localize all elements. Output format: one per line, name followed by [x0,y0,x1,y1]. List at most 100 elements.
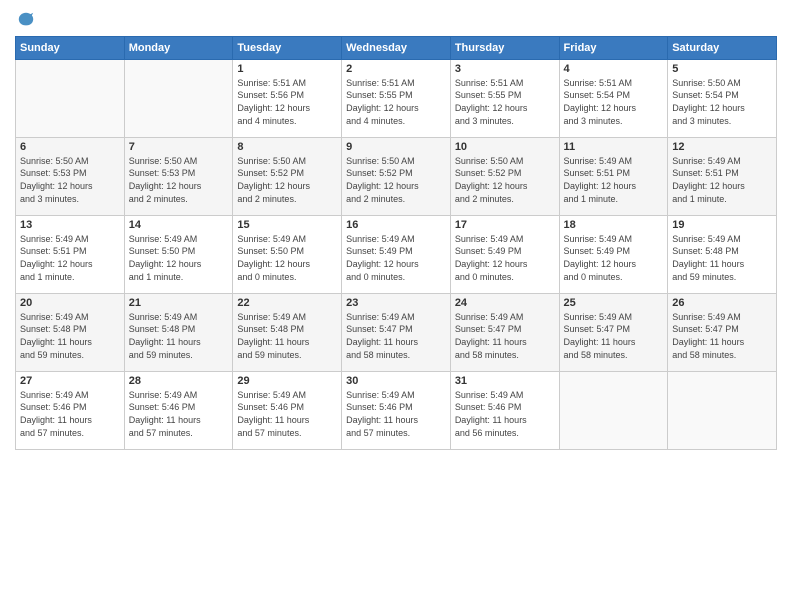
calendar-cell [668,371,777,449]
day-info: Sunrise: 5:49 AM Sunset: 5:50 PM Dayligh… [237,233,337,283]
day-info: Sunrise: 5:50 AM Sunset: 5:53 PM Dayligh… [129,155,229,205]
day-info: Sunrise: 5:49 AM Sunset: 5:51 PM Dayligh… [672,155,772,205]
calendar-cell [559,371,668,449]
calendar-cell: 8Sunrise: 5:50 AM Sunset: 5:52 PM Daylig… [233,137,342,215]
logo [15,14,35,30]
calendar-cell: 11 Sunrise: 5:49 AM Sunset: 5:51 PM Dayli… [559,137,668,215]
weekday-header: Tuesday [233,36,342,59]
calendar-cell: 24 Sunrise: 5:49 AM Sunset: 5:47 PM Dayli… [450,293,559,371]
day-info: Sunrise: 5:51 AM Sunset: 5:55 PM Dayligh… [346,77,446,127]
day-number: 10 [455,141,555,153]
day-number: 11 [564,141,664,153]
calendar-cell: 15 Sunrise: 5:49 AM Sunset: 5:50 PM Dayli… [233,215,342,293]
weekday-header: Monday [124,36,233,59]
calendar-cell: 3Sunrise: 5:51 AM Sunset: 5:55 PM Daylig… [450,59,559,137]
calendar-cell: 25 Sunrise: 5:49 AM Sunset: 5:47 PM Dayli… [559,293,668,371]
day-number: 18 [564,219,664,231]
calendar-cell: 10 Sunrise: 5:50 AM Sunset: 5:52 PM Dayli… [450,137,559,215]
calendar-cell: 6 Sunrise: 5:50 AM Sunset: 5:53 PM Daylig… [16,137,125,215]
day-info: Sunrise: 5:49 AM Sunset: 5:46 PM Dayligh… [20,389,120,439]
day-number: 22 [237,297,337,309]
day-number: 23 [346,297,446,309]
day-number: 4 [564,63,664,75]
day-info: Sunrise: 5:51 AM Sunset: 5:54 PM Dayligh… [564,77,664,127]
day-info: Sunrise: 5:49 AM Sunset: 5:51 PM Dayligh… [20,233,120,283]
weekday-header: Sunday [16,36,125,59]
day-info: Sunrise: 5:49 AM Sunset: 5:48 PM Dayligh… [237,311,337,361]
page-container: SundayMondayTuesdayWednesdayThursdayFrid… [0,0,792,460]
calendar-week-row: 27Sunrise: 5:49 AM Sunset: 5:46 PM Dayli… [16,371,777,449]
calendar-cell: 13 Sunrise: 5:49 AM Sunset: 5:51 PM Dayli… [16,215,125,293]
day-number: 30 [346,375,446,387]
day-number: 12 [672,141,772,153]
day-number: 13 [20,219,120,231]
day-info: Sunrise: 5:49 AM Sunset: 5:46 PM Dayligh… [346,389,446,439]
day-number: 8 [237,141,337,153]
weekday-header: Friday [559,36,668,59]
day-number: 28 [129,375,229,387]
calendar-cell: 5 Sunrise: 5:50 AM Sunset: 5:54 PM Daylig… [668,59,777,137]
header-row: SundayMondayTuesdayWednesdayThursdayFrid… [16,36,777,59]
day-info: Sunrise: 5:51 AM Sunset: 5:56 PM Dayligh… [237,77,337,127]
calendar-cell: 14 Sunrise: 5:49 AM Sunset: 5:50 PM Dayli… [124,215,233,293]
day-number: 3 [455,63,555,75]
day-number: 24 [455,297,555,309]
calendar-cell: 31 Sunrise: 5:49 AM Sunset: 5:46 PM Dayli… [450,371,559,449]
day-info: Sunrise: 5:49 AM Sunset: 5:46 PM Dayligh… [455,389,555,439]
day-number: 26 [672,297,772,309]
day-info: Sunrise: 5:49 AM Sunset: 5:46 PM Dayligh… [129,389,229,439]
calendar-cell: 19Sunrise: 5:49 AM Sunset: 5:48 PM Dayli… [668,215,777,293]
day-info: Sunrise: 5:49 AM Sunset: 5:50 PM Dayligh… [129,233,229,283]
calendar-cell: 30 Sunrise: 5:49 AM Sunset: 5:46 PM Dayli… [342,371,451,449]
day-info: Sunrise: 5:50 AM Sunset: 5:52 PM Dayligh… [346,155,446,205]
calendar-cell: 22 Sunrise: 5:49 AM Sunset: 5:48 PM Dayli… [233,293,342,371]
calendar-cell: 9 Sunrise: 5:50 AM Sunset: 5:52 PM Daylig… [342,137,451,215]
header [15,10,777,30]
calendar-cell: 23 Sunrise: 5:49 AM Sunset: 5:47 PM Dayli… [342,293,451,371]
day-info: Sunrise: 5:50 AM Sunset: 5:52 PM Dayligh… [455,155,555,205]
day-info: Sunrise: 5:49 AM Sunset: 5:46 PM Dayligh… [237,389,337,439]
calendar-cell: 4 Sunrise: 5:51 AM Sunset: 5:54 PM Daylig… [559,59,668,137]
calendar-week-row: 6 Sunrise: 5:50 AM Sunset: 5:53 PM Daylig… [16,137,777,215]
calendar-cell: 2Sunrise: 5:51 AM Sunset: 5:55 PM Daylig… [342,59,451,137]
calendar-cell: 7 Sunrise: 5:50 AM Sunset: 5:53 PM Daylig… [124,137,233,215]
day-number: 19 [672,219,772,231]
day-info: Sunrise: 5:49 AM Sunset: 5:48 PM Dayligh… [20,311,120,361]
day-info: Sunrise: 5:50 AM Sunset: 5:53 PM Dayligh… [20,155,120,205]
day-number: 15 [237,219,337,231]
day-info: Sunrise: 5:49 AM Sunset: 5:47 PM Dayligh… [455,311,555,361]
day-info: Sunrise: 5:50 AM Sunset: 5:54 PM Dayligh… [672,77,772,127]
day-number: 21 [129,297,229,309]
day-number: 6 [20,141,120,153]
calendar-cell: 16Sunrise: 5:49 AM Sunset: 5:49 PM Dayli… [342,215,451,293]
calendar-cell: 26Sunrise: 5:49 AM Sunset: 5:47 PM Dayli… [668,293,777,371]
day-info: Sunrise: 5:49 AM Sunset: 5:47 PM Dayligh… [346,311,446,361]
calendar-cell: 29 Sunrise: 5:49 AM Sunset: 5:46 PM Dayli… [233,371,342,449]
calendar-cell: 27Sunrise: 5:49 AM Sunset: 5:46 PM Dayli… [16,371,125,449]
day-info: Sunrise: 5:49 AM Sunset: 5:49 PM Dayligh… [564,233,664,283]
weekday-header: Saturday [668,36,777,59]
calendar-week-row: 13 Sunrise: 5:49 AM Sunset: 5:51 PM Dayli… [16,215,777,293]
day-number: 9 [346,141,446,153]
day-number: 7 [129,141,229,153]
day-number: 29 [237,375,337,387]
day-number: 16 [346,219,446,231]
calendar-cell: 20 Sunrise: 5:49 AM Sunset: 5:48 PM Dayli… [16,293,125,371]
day-info: Sunrise: 5:49 AM Sunset: 5:47 PM Dayligh… [564,311,664,361]
day-number: 25 [564,297,664,309]
day-number: 14 [129,219,229,231]
day-number: 20 [20,297,120,309]
calendar-cell [124,59,233,137]
day-info: Sunrise: 5:49 AM Sunset: 5:51 PM Dayligh… [564,155,664,205]
calendar-cell: 28 Sunrise: 5:49 AM Sunset: 5:46 PM Dayli… [124,371,233,449]
calendar-cell: 17 Sunrise: 5:49 AM Sunset: 5:49 PM Dayli… [450,215,559,293]
calendar-week-row: 1Sunrise: 5:51 AM Sunset: 5:56 PM Daylig… [16,59,777,137]
calendar-cell: 1Sunrise: 5:51 AM Sunset: 5:56 PM Daylig… [233,59,342,137]
calendar-week-row: 20 Sunrise: 5:49 AM Sunset: 5:48 PM Dayli… [16,293,777,371]
day-info: Sunrise: 5:49 AM Sunset: 5:49 PM Dayligh… [455,233,555,283]
calendar-cell [16,59,125,137]
day-number: 5 [672,63,772,75]
day-number: 17 [455,219,555,231]
day-number: 31 [455,375,555,387]
calendar-cell: 18 Sunrise: 5:49 AM Sunset: 5:49 PM Dayli… [559,215,668,293]
